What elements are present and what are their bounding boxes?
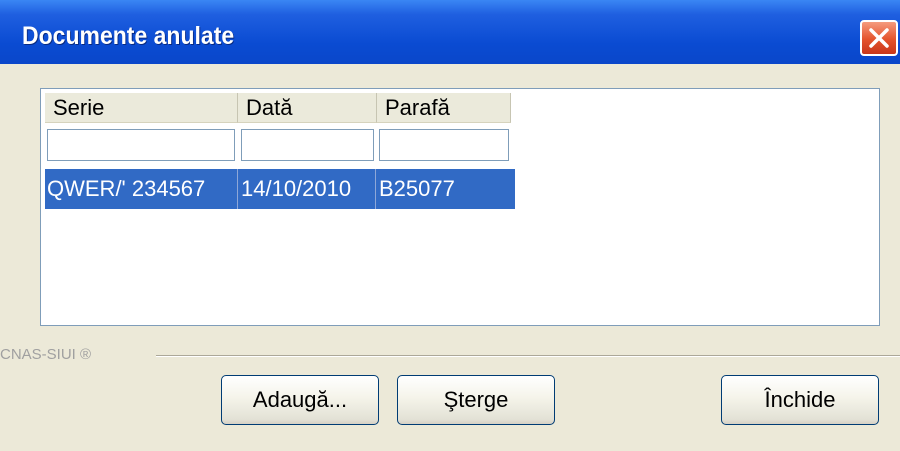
column-header-serie[interactable]: Serie [45,93,238,123]
close-button[interactable]: Închide [721,375,879,425]
dialog-window: Documente anulate Serie Dată Parafă QWER… [0,0,900,451]
table-cell-serie: QWER/' 234567 [47,176,206,201]
column-header-parafa[interactable]: Parafă [377,93,511,123]
delete-button[interactable]: Şterge [397,375,555,425]
table-cell-parafa: B25077 [379,176,455,201]
column-header-data[interactable]: Dată [238,93,377,123]
filter-serie-input[interactable] [47,129,235,161]
documents-list[interactable]: Serie Dată Parafă QWER/' 234567 14/10/20… [40,88,880,326]
add-button[interactable]: Adaugă... [221,375,379,425]
close-icon [869,28,889,48]
close-window-button[interactable] [860,20,898,56]
cell-divider [237,169,238,209]
separator-line [156,355,900,357]
brand-label: CNAS-SIUI ® [0,346,92,363]
cell-divider [375,169,376,209]
window-title: Documente anulate [22,22,235,50]
table-cell-data: 14/10/2010 [241,176,352,201]
filter-parafa-input[interactable] [379,129,509,161]
filter-data-input[interactable] [241,129,374,161]
